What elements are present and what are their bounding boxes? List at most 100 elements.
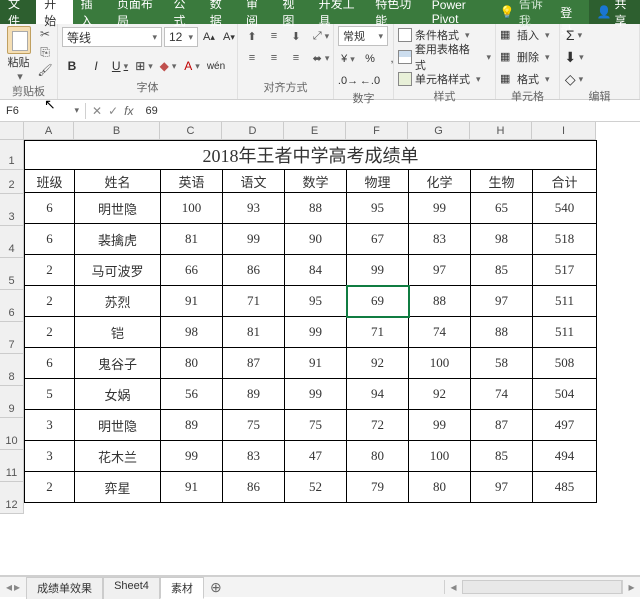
table-cell[interactable]: 91 [161, 286, 223, 317]
table-cell[interactable]: 6 [25, 193, 75, 224]
table-cell[interactable]: 95 [347, 193, 409, 224]
table-cell[interactable]: 马可波罗 [75, 255, 161, 286]
table-cell[interactable]: 86 [223, 255, 285, 286]
col-header[interactable]: A [24, 122, 74, 140]
table-cell[interactable]: 99 [409, 410, 471, 441]
col-header[interactable]: G [408, 122, 470, 140]
table-cell[interactable]: 89 [223, 379, 285, 410]
sheet-tab[interactable]: 素材 [160, 577, 204, 599]
table-header-cell[interactable]: 数学 [285, 170, 347, 193]
table-cell[interactable]: 517 [533, 255, 597, 286]
currency-button[interactable]: ¥▾ [338, 50, 358, 68]
tab-review[interactable]: 审阅 [238, 0, 274, 24]
sheet-nav-prev[interactable]: ◂ [6, 580, 12, 594]
share-button[interactable]: 👤共享 [589, 0, 640, 24]
table-cell[interactable]: 明世隐 [75, 410, 161, 441]
table-cell[interactable]: 75 [223, 410, 285, 441]
accept-formula-button[interactable]: ✓ [108, 104, 118, 118]
bold-button[interactable]: B [62, 56, 82, 76]
table-cell[interactable]: 90 [285, 224, 347, 255]
row-header[interactable]: 5 [0, 258, 24, 290]
sheet-tab[interactable]: Sheet4 [103, 577, 160, 599]
table-cell[interactable]: 3 [25, 410, 75, 441]
table-header-cell[interactable]: 物理 [347, 170, 409, 193]
fill-button[interactable]: ⬇▾ [564, 48, 584, 66]
cut-button[interactable]: ✂ [37, 26, 53, 42]
table-cell[interactable]: 74 [409, 317, 471, 348]
underline-button[interactable]: U▾ [110, 56, 130, 76]
name-box[interactable]: F6▾ [0, 103, 86, 119]
table-cell[interactable]: 100 [409, 348, 471, 379]
table-cell[interactable]: 裴擒虎 [75, 224, 161, 255]
table-cell[interactable]: 女娲 [75, 379, 161, 410]
table-cell[interactable]: 88 [285, 193, 347, 224]
table-cell[interactable]: 89 [161, 410, 223, 441]
table-header-cell[interactable]: 语文 [223, 170, 285, 193]
insert-cells-button[interactable]: ▦插入▾ [500, 26, 550, 44]
table-cell[interactable]: 88 [409, 286, 471, 317]
insert-function-button[interactable]: fx [124, 104, 133, 118]
row-header[interactable]: 4 [0, 226, 24, 258]
table-cell[interactable]: 明世隐 [75, 193, 161, 224]
table-cell[interactable]: 苏烈 [75, 286, 161, 317]
table-cell[interactable]: 518 [533, 224, 597, 255]
row-header[interactable]: 3 [0, 194, 24, 226]
row-header[interactable]: 12 [0, 482, 24, 514]
percent-button[interactable]: % [360, 50, 380, 68]
table-cell[interactable]: 58 [471, 348, 533, 379]
table-cell[interactable]: 504 [533, 379, 597, 410]
tab-features[interactable]: 特色功能 [367, 0, 424, 24]
table-header-cell[interactable]: 生物 [471, 170, 533, 193]
table-cell[interactable]: 99 [409, 193, 471, 224]
row-header[interactable]: 7 [0, 322, 24, 354]
table-cell[interactable]: 100 [161, 193, 223, 224]
sheet-nav-next[interactable]: ▸ [14, 580, 20, 594]
table-cell[interactable]: 79 [347, 472, 409, 503]
hscroll-right[interactable]: ▸ [622, 580, 640, 594]
tab-view[interactable]: 视图 [274, 0, 310, 24]
table-cell[interactable]: 94 [347, 379, 409, 410]
cancel-formula-button[interactable]: ✕ [92, 104, 102, 118]
row-header[interactable]: 10 [0, 418, 24, 450]
table-header-cell[interactable]: 化学 [409, 170, 471, 193]
tab-developer[interactable]: 开发工具 [311, 0, 368, 24]
table-cell[interactable]: 81 [223, 317, 285, 348]
table-cell[interactable]: 97 [471, 472, 533, 503]
table-cell[interactable]: 99 [285, 379, 347, 410]
paste-button[interactable]: 粘贴▾ [4, 26, 33, 83]
row-header[interactable]: 9 [0, 386, 24, 418]
align-bottom-button[interactable]: ⬇ [286, 26, 306, 46]
table-cell[interactable]: 99 [285, 317, 347, 348]
align-left-button[interactable]: ≡ [242, 48, 262, 68]
formula-input[interactable]: 69 [139, 103, 640, 119]
border-button[interactable]: ⊞▾ [134, 56, 154, 76]
table-cell[interactable]: 99 [223, 224, 285, 255]
table-cell[interactable]: 86 [223, 472, 285, 503]
table-cell[interactable]: 5 [25, 379, 75, 410]
hscroll-left[interactable]: ◂ [444, 580, 462, 594]
table-cell[interactable]: 65 [471, 193, 533, 224]
font-size-select[interactable]: 12▾ [164, 27, 198, 47]
increase-decimal-button[interactable]: .0→ [338, 72, 358, 90]
table-cell[interactable]: 87 [471, 410, 533, 441]
cell-styles-button[interactable]: 单元格样式▾ [398, 70, 481, 88]
format-as-table-button[interactable]: 套用表格格式▾ [398, 48, 491, 66]
table-cell[interactable]: 85 [471, 441, 533, 472]
table-cell[interactable]: 87 [223, 348, 285, 379]
table-cell[interactable]: 52 [285, 472, 347, 503]
table-cell[interactable]: 93 [223, 193, 285, 224]
row-header[interactable]: 11 [0, 450, 24, 482]
table-cell[interactable]: 69 [347, 286, 409, 317]
format-painter-button[interactable]: 🖌 [37, 62, 53, 78]
tab-data[interactable]: 数据 [202, 0, 238, 24]
table-cell[interactable]: 2 [25, 286, 75, 317]
table-title[interactable]: 2018年王者中学高考成绩单 [25, 141, 597, 170]
col-header[interactable]: B [74, 122, 160, 140]
table-cell[interactable]: 铠 [75, 317, 161, 348]
table-cell[interactable]: 97 [409, 255, 471, 286]
table-cell[interactable]: 508 [533, 348, 597, 379]
table-cell[interactable]: 2 [25, 317, 75, 348]
delete-cells-button[interactable]: ▦删除▾ [500, 48, 550, 66]
table-cell[interactable]: 6 [25, 348, 75, 379]
table-cell[interactable]: 100 [409, 441, 471, 472]
